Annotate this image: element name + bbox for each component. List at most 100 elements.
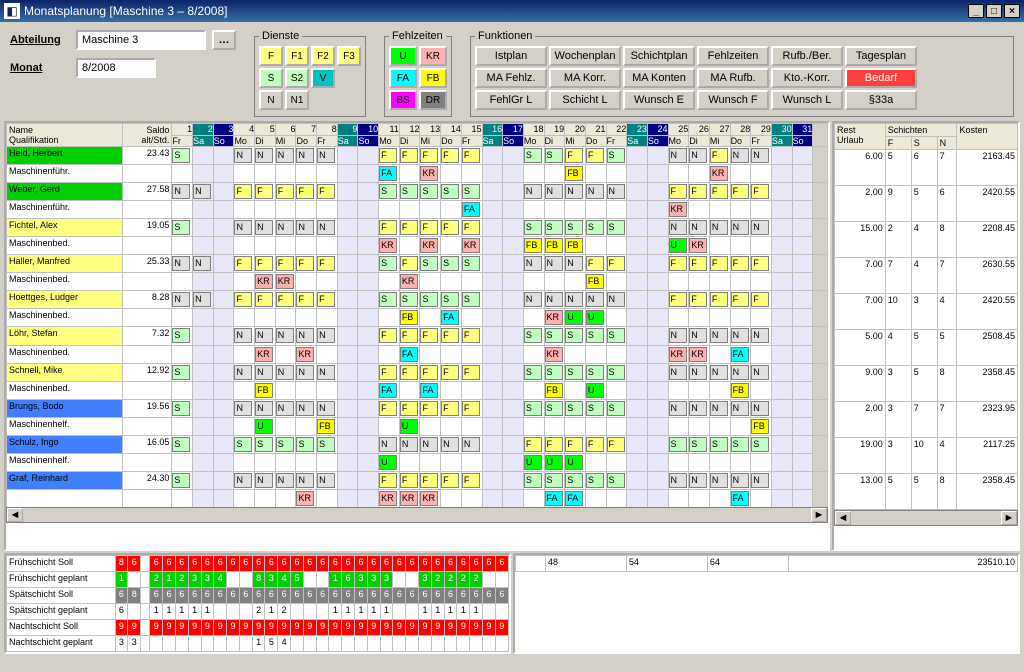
cell[interactable]: [647, 183, 668, 201]
cell[interactable]: F: [565, 435, 586, 453]
cell[interactable]: F: [709, 255, 730, 273]
cell[interactable]: [482, 255, 503, 273]
f3-button[interactable]: F3: [337, 46, 361, 66]
cell[interactable]: [337, 345, 358, 363]
abteilung-input[interactable]: Maschine 3: [76, 30, 206, 50]
cell[interactable]: F: [461, 471, 482, 489]
cell[interactable]: F: [730, 255, 751, 273]
cell[interactable]: [193, 165, 214, 183]
cell[interactable]: [234, 273, 255, 291]
cell[interactable]: N: [751, 327, 772, 345]
cell[interactable]: S: [606, 327, 627, 345]
cell[interactable]: F: [441, 219, 462, 237]
cell[interactable]: S: [523, 327, 544, 345]
cell[interactable]: S: [606, 219, 627, 237]
cell[interactable]: F: [399, 147, 420, 165]
cell[interactable]: [606, 273, 627, 291]
cell[interactable]: [213, 435, 234, 453]
cell[interactable]: N: [275, 147, 296, 165]
cell[interactable]: FA: [565, 489, 586, 507]
cell[interactable]: F: [585, 255, 606, 273]
cell[interactable]: [792, 327, 813, 345]
cell[interactable]: [792, 435, 813, 453]
cell[interactable]: [296, 273, 317, 291]
cell[interactable]: [523, 381, 544, 399]
cell[interactable]: [461, 165, 482, 183]
cell[interactable]: S: [420, 183, 441, 201]
cell[interactable]: [461, 309, 482, 327]
cell[interactable]: [585, 237, 606, 255]
cell[interactable]: S: [585, 327, 606, 345]
abteilung-browse-button[interactable]: …: [212, 30, 236, 50]
cell[interactable]: FB: [523, 237, 544, 255]
cell[interactable]: [627, 489, 648, 507]
cell[interactable]: [317, 237, 338, 255]
cell[interactable]: S: [565, 219, 586, 237]
cell[interactable]: [792, 489, 813, 507]
cell[interactable]: N: [565, 291, 586, 309]
cell[interactable]: [771, 327, 792, 345]
cell[interactable]: [627, 273, 648, 291]
cell[interactable]: U: [565, 309, 586, 327]
cell[interactable]: N: [709, 399, 730, 417]
emp-name[interactable]: Schulz, Ingo: [7, 435, 123, 453]
cell[interactable]: [606, 453, 627, 471]
cell[interactable]: [337, 147, 358, 165]
cell[interactable]: [689, 309, 710, 327]
cell[interactable]: F: [606, 435, 627, 453]
cell[interactable]: [627, 471, 648, 489]
cell[interactable]: [213, 237, 234, 255]
cell[interactable]: N: [565, 255, 586, 273]
funk-Schichtplan-button[interactable]: Schichtplan: [623, 46, 695, 66]
cell[interactable]: [234, 165, 255, 183]
cell[interactable]: [482, 291, 503, 309]
cell[interactable]: F: [668, 183, 689, 201]
kr-button[interactable]: KR: [419, 46, 447, 66]
cell[interactable]: [213, 183, 234, 201]
cell[interactable]: [585, 345, 606, 363]
cell[interactable]: F: [420, 471, 441, 489]
scroll-left-icon[interactable]: ◄: [835, 511, 851, 525]
cell[interactable]: [420, 345, 441, 363]
cell[interactable]: [420, 453, 441, 471]
cell[interactable]: [358, 201, 379, 219]
s2-button[interactable]: S2: [285, 68, 309, 88]
cell[interactable]: [193, 489, 214, 507]
cell[interactable]: S: [544, 363, 565, 381]
cell[interactable]: KR: [689, 237, 710, 255]
cell[interactable]: [213, 273, 234, 291]
cell[interactable]: [172, 309, 193, 327]
cell[interactable]: [647, 453, 668, 471]
cell[interactable]: S: [379, 291, 400, 309]
cell[interactable]: FA: [379, 165, 400, 183]
fb-button[interactable]: FB: [419, 68, 447, 88]
cell[interactable]: N: [709, 471, 730, 489]
cell[interactable]: F: [420, 327, 441, 345]
cell[interactable]: F: [296, 255, 317, 273]
cell[interactable]: [172, 201, 193, 219]
cell[interactable]: F: [379, 219, 400, 237]
cell[interactable]: [689, 201, 710, 219]
cell[interactable]: [503, 201, 524, 219]
cell[interactable]: [193, 201, 214, 219]
cell[interactable]: [337, 399, 358, 417]
cell[interactable]: [709, 201, 730, 219]
cell[interactable]: S: [399, 291, 420, 309]
cell[interactable]: N: [689, 147, 710, 165]
cell[interactable]: FA: [399, 345, 420, 363]
cell[interactable]: KR: [420, 489, 441, 507]
cell[interactable]: [234, 237, 255, 255]
cell[interactable]: [627, 309, 648, 327]
cell[interactable]: [420, 417, 441, 435]
cell[interactable]: [296, 309, 317, 327]
emp-name[interactable]: Brungs, Bodo: [7, 399, 123, 417]
cell[interactable]: [255, 165, 276, 183]
cell[interactable]: F: [751, 183, 772, 201]
cell[interactable]: [668, 417, 689, 435]
cell[interactable]: F: [585, 435, 606, 453]
cell[interactable]: FA: [420, 381, 441, 399]
cell[interactable]: F: [523, 435, 544, 453]
cell[interactable]: [647, 345, 668, 363]
cell[interactable]: [193, 309, 214, 327]
cell[interactable]: F: [668, 291, 689, 309]
